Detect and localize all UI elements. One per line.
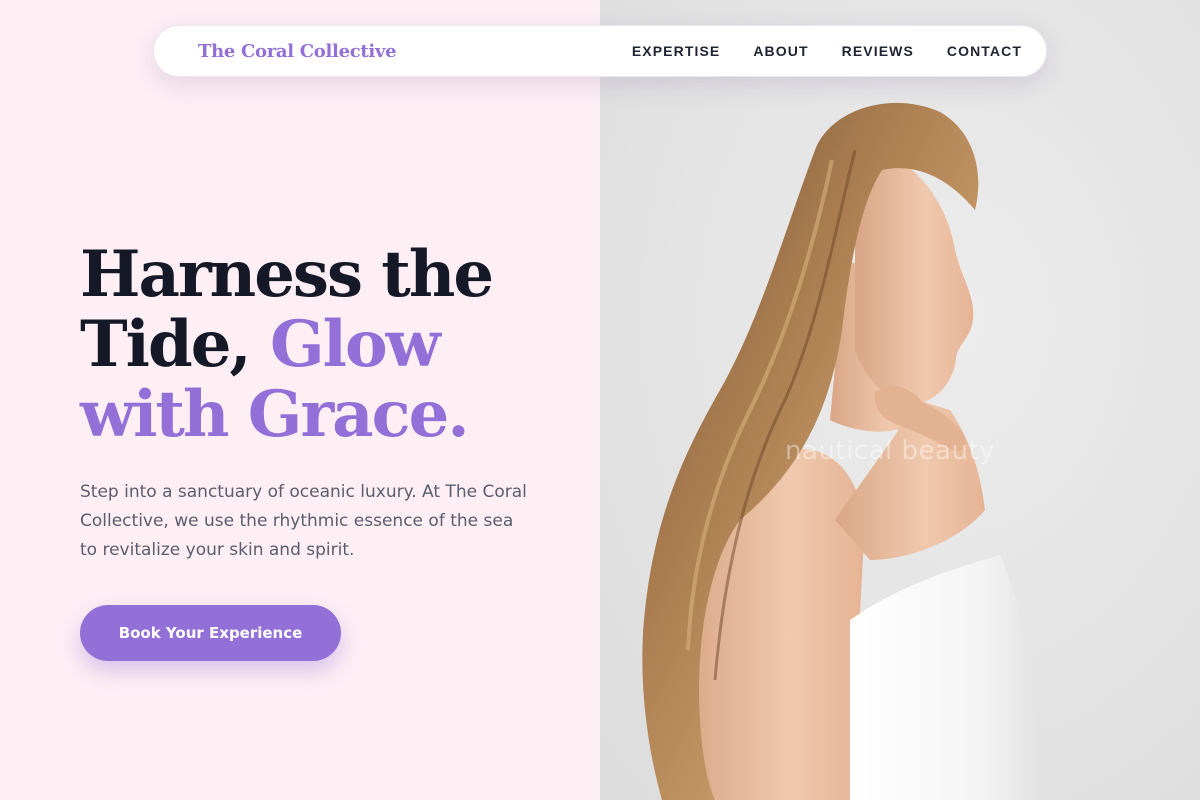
hero-title-line2: Tide, [80,307,270,382]
hero-description: Step into a sanctuary of oceanic luxury.… [80,482,527,560]
image-watermark: nautical beauty [785,436,996,466]
nav-links: EXPERTISE ABOUT REVIEWS CONTACT [632,43,1022,59]
nav-link-about[interactable]: ABOUT [753,43,808,59]
nav-link-reviews[interactable]: REVIEWS [842,43,914,59]
hero-title: Harness the Tide, Glow with Grace. [80,237,494,452]
hero-title-accent-glow: Glow [269,307,441,382]
navbar: The Coral Collective EXPERTISE ABOUT REV… [153,25,1047,77]
hero-title-accent-grace: with Grace. [80,377,470,452]
hero-title-line1: Harness the [80,237,494,312]
hero-image-panel: nautical beauty [600,0,1200,800]
book-experience-button[interactable]: Book Your Experience [80,605,341,661]
nav-link-expertise[interactable]: EXPERTISE [632,43,720,59]
nav-link-contact[interactable]: CONTACT [947,43,1022,59]
hero-photo [642,102,1039,800]
brand-logo[interactable]: The Coral Collective [198,41,397,62]
